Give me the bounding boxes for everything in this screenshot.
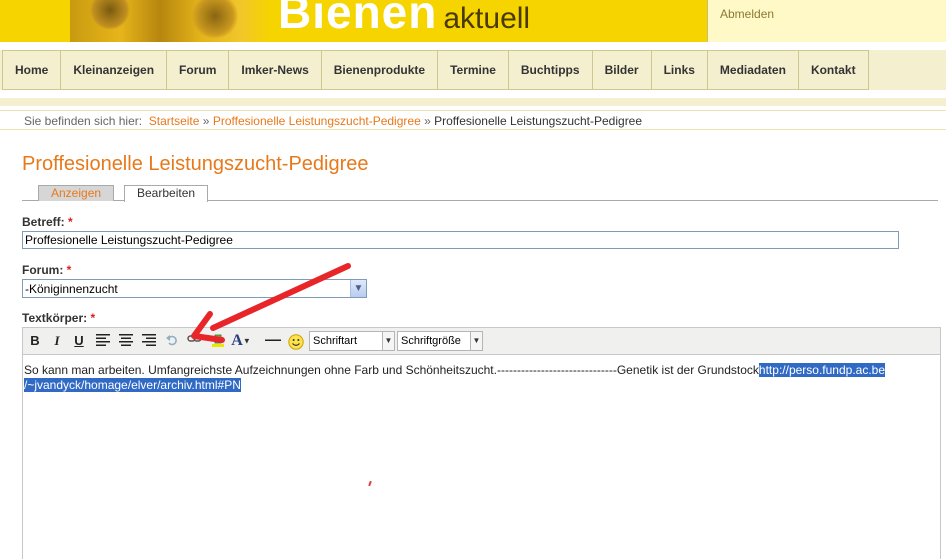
underline-icon[interactable]: U	[69, 331, 89, 351]
nav-item-bienenprodukte[interactable]: Bienenprodukte	[322, 51, 439, 89]
nav-item-kleinanzeigen[interactable]: Kleinanzeigen	[61, 51, 168, 89]
forum-label: Forum: *	[22, 263, 71, 277]
tab-bar: Anzeigen Bearbeiten	[22, 184, 938, 202]
main-navigation: Home Kleinanzeigen Forum Imker-News Bien…	[0, 42, 946, 90]
align-left-icon[interactable]	[93, 331, 113, 351]
body-label-text: Textkörper:	[22, 311, 88, 325]
editor-text: So kann man arbeiten. Umfangreichste Auf…	[24, 363, 759, 377]
required-marker: *	[90, 311, 96, 325]
rich-text-editor: B I U A▼ Schriftart ▼ Schriftgröße ▼ So …	[22, 327, 941, 559]
bold-icon[interactable]: B	[25, 331, 45, 351]
breadcrumb-prefix: Sie befinden sich hier:	[24, 114, 143, 128]
editor-content[interactable]: So kann man arbeiten. Umfangreichste Auf…	[24, 363, 912, 393]
breadcrumb-link-startseite[interactable]: Startseite	[149, 114, 200, 128]
font-size-select[interactable]: Schriftgröße ▼	[397, 331, 483, 351]
italic-icon[interactable]: I	[47, 331, 67, 351]
required-marker: *	[66, 263, 72, 277]
logout-link[interactable]: Abmelden	[720, 7, 774, 21]
align-right-icon[interactable]	[139, 331, 159, 351]
font-family-select-value: Schriftart	[313, 335, 358, 347]
breadcrumb-bar: Sie befinden sich hier: Startseite » Pro…	[0, 110, 946, 130]
nav-item-links[interactable]: Links	[652, 51, 708, 89]
body-label: Textkörper: *	[22, 311, 95, 325]
font-size-select-value: Schriftgröße	[401, 335, 461, 347]
editor-selected-link[interactable]: http://perso.fundp.ac.be	[758, 363, 886, 377]
breadcrumb-separator: »	[202, 114, 210, 128]
nav-item-imker-news[interactable]: Imker-News	[229, 51, 322, 89]
breadcrumb-separator: »	[424, 114, 431, 128]
logo-text-aktuell: aktuell	[443, 2, 531, 35]
forum-label-text: Forum:	[22, 263, 64, 277]
user-box: Abmelden	[707, 0, 946, 42]
chevron-down-icon[interactable]: ▼	[470, 332, 482, 350]
forum-select-value: -Königinnenzucht	[25, 282, 118, 296]
chevron-down-icon[interactable]: ▼	[382, 332, 394, 350]
undo-icon[interactable]	[162, 331, 182, 351]
nav-item-buchtipps[interactable]: Buchtipps	[509, 51, 593, 89]
logo-text-bienen: Bienen	[278, 0, 438, 38]
horizontal-rule-icon[interactable]	[263, 331, 283, 351]
nav-item-termine[interactable]: Termine	[438, 51, 509, 89]
breadcrumb: Sie befinden sich hier: Startseite » Pro…	[24, 114, 642, 128]
tab-anzeigen[interactable]: Anzeigen	[38, 185, 115, 201]
nav-item-home[interactable]: Home	[2, 51, 62, 89]
editor-toolbar: B I U A▼ Schriftart ▼ Schriftgröße ▼	[23, 328, 940, 355]
page-title: Proffesionelle Leistungszucht-Pedigree	[22, 153, 369, 175]
tab-bearbeiten[interactable]: Bearbeiten	[124, 185, 209, 202]
nav-item-kontakt[interactable]: Kontakt	[799, 51, 869, 89]
align-center-icon[interactable]	[116, 331, 136, 351]
page: Bienen aktuell Abmelden Home Kleinanzeige…	[0, 0, 946, 559]
nav-item-bilder[interactable]: Bilder	[593, 51, 652, 89]
nav-item-forum[interactable]: Forum	[167, 51, 230, 89]
chevron-down-icon[interactable]: ▼	[350, 280, 366, 297]
font-family-select[interactable]: Schriftart ▼	[309, 331, 395, 351]
font-color-icon[interactable]: A▼	[231, 331, 251, 351]
site-logo[interactable]: Bienen aktuell	[278, 0, 531, 38]
required-marker: *	[68, 215, 73, 229]
breadcrumb-link-topic[interactable]: Proffesionelle Leistungszucht-Pedigree	[213, 114, 421, 128]
forum-select[interactable]: -Königinnenzucht ▼	[22, 279, 367, 298]
site-header: Bienen aktuell Abmelden	[0, 0, 946, 42]
subject-label-text: Betreff:	[22, 215, 65, 229]
emoticon-icon[interactable]	[286, 331, 306, 351]
link-icon[interactable]	[185, 331, 205, 351]
nav-bar: Home Kleinanzeigen Forum Imker-News Bien…	[2, 50, 869, 90]
nav-divider	[0, 98, 946, 106]
highlight-icon[interactable]	[208, 331, 228, 351]
breadcrumb-current: Proffesionelle Leistungszucht-Pedigree	[434, 114, 643, 128]
subject-label: Betreff: *	[22, 215, 73, 229]
subject-input[interactable]	[22, 231, 899, 249]
editor-selected-link-continued[interactable]: /~jvandyck/homage/elver/archiv.html#PN	[24, 378, 241, 392]
nav-item-mediadaten[interactable]: Mediadaten	[708, 51, 799, 89]
sunflower-banner-image	[70, 0, 270, 42]
